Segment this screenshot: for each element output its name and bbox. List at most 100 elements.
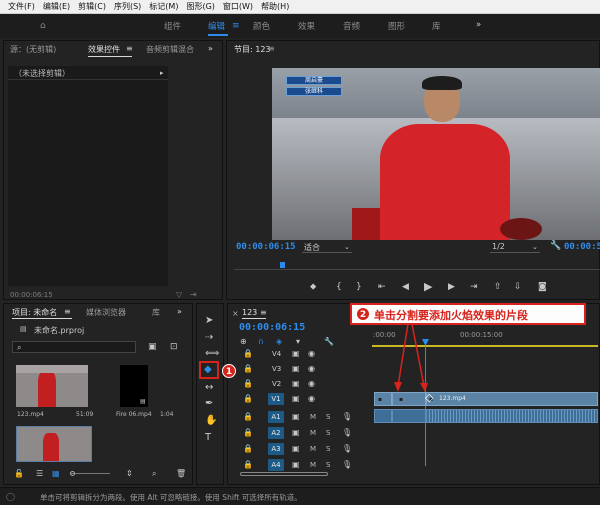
workspace-more-button[interactable]: » xyxy=(476,20,481,30)
eye-icon[interactable]: ◉ xyxy=(308,379,315,388)
thumbnail-sequence[interactable] xyxy=(16,426,92,462)
panel-more-button[interactable]: » xyxy=(177,307,182,316)
lock-icon[interactable]: 🔒 xyxy=(243,460,253,469)
scrollbar-thumb[interactable] xyxy=(240,472,328,476)
menu-icon[interactable]: ≡ xyxy=(64,307,71,316)
mute-button[interactable]: M xyxy=(310,413,316,421)
workspace-libraries[interactable]: 库 xyxy=(432,20,441,32)
tab-effect-controls[interactable]: 效果控件 xyxy=(88,44,120,55)
mark-out-icon[interactable]: } xyxy=(356,283,362,292)
sync-lock-icon[interactable]: ▣ xyxy=(292,428,300,437)
thumbnail-123[interactable] xyxy=(16,365,88,407)
tab-project[interactable]: 项目: 未命名 xyxy=(12,307,57,318)
zoom-slider[interactable] xyxy=(70,471,110,477)
video-clip-3[interactable]: ▪ 123.mp4 xyxy=(426,392,598,406)
project-search-input[interactable]: ⌕ xyxy=(12,341,136,353)
close-icon[interactable]: × xyxy=(232,309,239,318)
workspace-audio[interactable]: 音频 xyxy=(343,20,360,32)
eye-icon[interactable]: ◉ xyxy=(308,394,315,403)
tab-libraries[interactable]: 库 xyxy=(152,307,160,318)
type-tool-icon[interactable]: T xyxy=(205,433,211,443)
add-marker-icon[interactable]: ▾ xyxy=(296,337,300,346)
nest-icon[interactable]: ⊕ xyxy=(240,337,247,346)
workspace-assembly[interactable]: 组件 xyxy=(164,20,181,32)
menu-icon[interactable]: ≡ xyxy=(126,44,133,53)
tab-source[interactable]: 源：(无剪辑) xyxy=(10,44,56,55)
step-forward-icon[interactable]: ▶ xyxy=(448,283,455,292)
solo-button[interactable]: S xyxy=(326,413,330,421)
program-timecode[interactable]: 00:00:06:15 xyxy=(236,242,296,252)
lock-icon[interactable]: 🔒 xyxy=(243,394,253,403)
mute-button[interactable]: M xyxy=(310,445,316,453)
sync-lock-icon[interactable]: ▣ xyxy=(292,412,300,421)
timeline-timecode[interactable]: 00:00:06:15 xyxy=(239,322,305,333)
workspace-graphics[interactable]: 图形 xyxy=(388,20,405,32)
search-icon[interactable]: ⌕ xyxy=(152,469,156,478)
track-target-v1[interactable]: V1 xyxy=(268,393,284,405)
microphone-icon[interactable]: 🎙 xyxy=(342,412,352,421)
audio-clip-1[interactable] xyxy=(374,409,392,423)
lock-icon[interactable]: 🔒 xyxy=(243,349,253,358)
menu-sequence[interactable]: 序列(S) xyxy=(114,1,141,12)
menu-icon[interactable]: ≡ xyxy=(260,308,267,317)
microphone-icon[interactable]: 🎙 xyxy=(342,444,352,453)
track-select-tool-icon[interactable]: ⇢ xyxy=(205,333,213,343)
track-target-a4[interactable]: A4 xyxy=(268,459,284,471)
slider-handle[interactable] xyxy=(70,471,75,476)
resolution-dropdown[interactable]: 1/2 ⌄ xyxy=(490,241,540,253)
menu-help[interactable]: 帮助(H) xyxy=(261,1,289,12)
hand-tool-icon[interactable]: ✋ xyxy=(205,416,217,426)
lock-icon[interactable]: 🔒 xyxy=(243,444,253,453)
track-target-a2[interactable]: A2 xyxy=(268,427,284,439)
lock-icon[interactable]: 🔒 xyxy=(243,379,253,388)
home-icon[interactable]: ⌂ xyxy=(40,22,46,31)
ripple-edit-tool-icon[interactable]: ⟺ xyxy=(205,349,219,359)
menu-clip[interactable]: 剪辑(C) xyxy=(78,1,106,12)
wrench-icon[interactable]: 🔧 xyxy=(550,242,561,251)
go-to-in-icon[interactable]: ⇤ xyxy=(378,283,386,292)
menu-window[interactable]: 窗口(W) xyxy=(223,1,253,12)
menu-file[interactable]: 文件(F) xyxy=(8,1,35,12)
wrench-icon[interactable]: 🔧 xyxy=(324,337,334,346)
lock-icon[interactable]: 🔒 xyxy=(243,428,253,437)
solo-button[interactable]: S xyxy=(326,445,330,453)
selection-tool-icon[interactable]: ➤ xyxy=(205,316,213,326)
clip-dropdown[interactable]: （未选择剪辑） ▸ xyxy=(8,66,168,80)
sync-lock-icon[interactable]: ▣ xyxy=(292,444,300,453)
solo-button[interactable]: S xyxy=(326,429,330,437)
sort-icon[interactable]: ⇕ xyxy=(126,469,133,478)
slip-tool-icon[interactable]: ↔ xyxy=(205,383,213,393)
panel-more-button[interactable]: » xyxy=(208,44,213,53)
sync-lock-icon[interactable]: ▣ xyxy=(292,349,300,358)
razor-tool-button[interactable]: ◆ xyxy=(199,361,219,379)
mark-in-icon[interactable]: { xyxy=(336,283,342,292)
microphone-icon[interactable]: 🎙 xyxy=(342,428,352,437)
workspace-effects[interactable]: 效果 xyxy=(298,20,315,32)
lock-icon[interactable]: 🔓 xyxy=(14,469,24,478)
audio-clip-3[interactable] xyxy=(426,409,598,423)
filter-icon[interactable]: ▽ xyxy=(176,290,182,299)
workspace-color[interactable]: 颜色 xyxy=(253,20,270,32)
sync-lock-icon[interactable]: ▣ xyxy=(292,394,300,403)
sync-lock-icon[interactable]: ▣ xyxy=(292,379,300,388)
playhead-marker[interactable] xyxy=(280,262,285,268)
microphone-icon[interactable]: 🎙 xyxy=(342,460,352,469)
menu-icon[interactable]: ≡ xyxy=(268,44,275,53)
new-bin-icon[interactable]: ▣ xyxy=(148,343,157,352)
timeline-sequence-tab[interactable]: 123 xyxy=(242,308,257,317)
export-icon[interactable]: ⇥ xyxy=(190,290,197,299)
extract-icon[interactable]: ⇩ xyxy=(514,283,522,292)
icon-view-icon[interactable]: ▦ xyxy=(52,469,60,478)
snap-icon[interactable]: ∩ xyxy=(258,337,264,346)
pen-tool-icon[interactable]: ✒ xyxy=(205,399,213,409)
audio-clip-2[interactable] xyxy=(392,409,426,423)
fit-dropdown[interactable]: 适合 ⌄ xyxy=(302,241,352,253)
menu-icon[interactable]: ≡ xyxy=(232,22,240,31)
timeline-horizontal-scrollbar[interactable] xyxy=(234,471,598,477)
new-item-icon[interactable]: ⊡ xyxy=(170,343,178,352)
trash-icon[interactable]: 🗑 xyxy=(176,469,186,478)
lock-icon[interactable]: 🔒 xyxy=(243,412,253,421)
solo-button[interactable]: S xyxy=(326,461,330,469)
list-view-icon[interactable]: ☰ xyxy=(36,469,43,478)
menu-marker[interactable]: 标记(M) xyxy=(149,1,178,12)
